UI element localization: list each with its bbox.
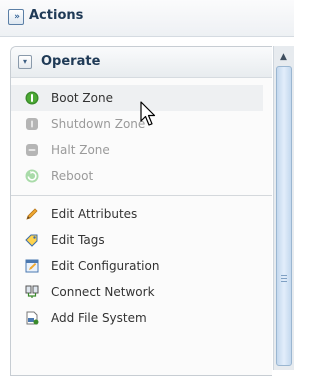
chevron-down-icon: ▾ <box>22 57 27 66</box>
group-divider <box>11 195 272 196</box>
grip-icon <box>281 275 287 283</box>
scroll-thumb[interactable] <box>276 66 292 366</box>
connect-network-label: Connect Network <box>51 285 155 299</box>
arrow-up-icon: ▲ <box>280 51 287 62</box>
reboot-icon <box>25 169 39 183</box>
edit-configuration-action[interactable]: Edit Configuration <box>11 253 272 279</box>
reboot-label: Reboot <box>51 169 94 183</box>
add-file-system-label: Add File System <box>51 311 147 325</box>
operate-title: Operate <box>41 54 101 69</box>
boot-icon <box>25 91 39 105</box>
shutdown-icon <box>25 117 39 131</box>
shutdown-zone-label: Shutdown Zone <box>51 117 146 131</box>
pencil-icon <box>25 207 39 221</box>
halt-zone-action[interactable]: Halt Zone <box>11 137 272 163</box>
network-icon <box>25 285 39 299</box>
expand-actions-button[interactable]: » <box>8 9 24 25</box>
mouse-pointer-icon <box>140 101 156 126</box>
collapse-operate-button[interactable]: ▾ <box>18 55 32 69</box>
halt-icon <box>25 143 39 157</box>
halt-zone-label: Halt Zone <box>51 143 110 157</box>
edit-tags-label: Edit Tags <box>51 233 105 247</box>
actions-header: » Actions <box>0 0 294 37</box>
tag-icon <box>25 233 39 247</box>
file-system-icon <box>25 311 39 325</box>
scroll-up-button[interactable]: ▲ <box>276 49 291 64</box>
edit-attributes-label: Edit Attributes <box>51 207 138 221</box>
vertical-scrollbar[interactable]: ▲ <box>273 46 294 370</box>
actions-title: Actions <box>29 8 84 23</box>
add-file-system-action[interactable]: Add File System <box>11 305 272 331</box>
operate-panel: ▾ Operate Boot Zone Shutdown Zone Halt Z… <box>10 46 272 376</box>
connect-network-action[interactable]: Connect Network <box>11 279 272 305</box>
edit-config-icon <box>25 259 39 273</box>
double-chevron-icon: » <box>14 11 20 22</box>
operate-panel-header[interactable]: ▾ Operate <box>11 47 272 78</box>
reboot-action[interactable]: Reboot <box>11 163 272 189</box>
edit-configuration-label: Edit Configuration <box>51 259 160 273</box>
edit-tags-action[interactable]: Edit Tags <box>11 227 272 253</box>
boot-zone-action[interactable]: Boot Zone <box>11 85 263 111</box>
edit-attributes-action[interactable]: Edit Attributes <box>11 201 272 227</box>
boot-zone-label: Boot Zone <box>51 91 113 105</box>
